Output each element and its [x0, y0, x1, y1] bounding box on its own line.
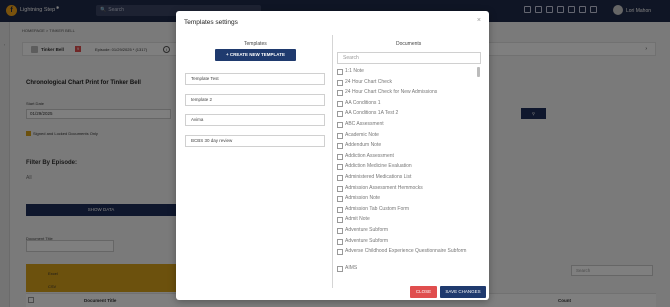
document-checkbox[interactable]	[337, 206, 343, 213]
document-item[interactable]: AA Conditions 1	[337, 100, 481, 111]
document-item[interactable]: ABC Assessment	[337, 121, 481, 132]
document-checkbox[interactable]	[337, 174, 343, 181]
document-checkbox[interactable]	[337, 90, 343, 97]
document-checkbox[interactable]	[337, 121, 343, 128]
document-label: Academic Note	[345, 131, 379, 138]
templates-list: Template Test template 2 Avima BCBS 30 d…	[185, 73, 325, 155]
document-label: AA Conditions 1	[345, 99, 381, 106]
template-item[interactable]: Template Test	[185, 73, 325, 85]
templates-settings-modal: Templates settings × Templates + CREATE …	[176, 11, 489, 300]
document-item[interactable]: Addiction Medicine Evaluation	[337, 163, 481, 174]
document-item[interactable]: Addiction Assessment	[337, 153, 481, 164]
documents-search-input[interactable]: Search	[337, 52, 481, 64]
document-label: Adventure Subform	[345, 226, 389, 233]
template-item[interactable]: Avima	[185, 114, 325, 126]
document-label: Addendum Note	[345, 142, 382, 149]
document-item[interactable]: AA Conditions 1A Test 2	[337, 110, 481, 121]
document-item[interactable]: 1:1 Note	[337, 68, 481, 79]
document-label: Administered Medications List	[345, 173, 412, 180]
document-checkbox[interactable]	[337, 266, 343, 273]
document-item[interactable]: 24 Hour Chart Check for New Admissions	[337, 89, 481, 100]
template-item[interactable]: BCBS 30 day review	[185, 134, 325, 147]
document-checkbox[interactable]	[337, 238, 343, 245]
document-checkbox[interactable]	[337, 185, 343, 192]
document-item[interactable]: Administered Medications List	[337, 174, 481, 185]
document-checkbox[interactable]	[337, 69, 343, 75]
document-checkbox[interactable]	[337, 79, 343, 86]
document-checkbox[interactable]	[337, 249, 343, 256]
document-label: AIMS	[345, 265, 358, 272]
document-checkbox[interactable]	[337, 153, 343, 160]
documents-list: 1:1 Note 24 Hour Chart Check 24 Hour Cha…	[337, 68, 481, 281]
modal-title: Templates settings	[184, 19, 238, 26]
document-label: Admit Note	[345, 216, 370, 223]
document-item[interactable]: Academic Note	[337, 132, 481, 143]
document-checkbox[interactable]	[337, 111, 343, 118]
document-checkbox[interactable]	[337, 100, 343, 107]
document-label: ABC Assessment	[345, 120, 384, 127]
documents-heading: Documents	[396, 41, 422, 47]
document-item[interactable]: 24 Hour Chart Check	[337, 79, 481, 90]
document-item[interactable]: Addendum Note	[337, 142, 481, 153]
document-checkbox[interactable]	[337, 217, 343, 224]
document-item[interactable]: Admission Note	[337, 195, 481, 206]
document-label: Admission Tab Custom Form	[345, 205, 410, 212]
document-label: 1:1 Note	[345, 68, 364, 74]
document-item[interactable]: AIMS	[337, 265, 481, 276]
document-label: 24 Hour Chart Check for New Admissions	[345, 89, 438, 96]
document-checkbox[interactable]	[337, 132, 343, 139]
document-item[interactable]: Adverse Childhood Experience Questionnai…	[337, 248, 481, 265]
document-label: Admission Note	[345, 195, 381, 202]
documents-scrollbar[interactable]	[477, 67, 480, 77]
column-divider	[332, 35, 333, 288]
document-item[interactable]: Admission Tab Custom Form	[337, 206, 481, 217]
document-label: Addiction Assessment	[345, 152, 394, 159]
document-checkbox[interactable]	[337, 164, 343, 171]
document-label: Adventure Subform	[345, 237, 389, 244]
document-label: 24 Hour Chart Check	[345, 78, 392, 85]
create-new-template-button[interactable]: + CREATE NEW TEMPLATE	[215, 49, 296, 61]
document-checkbox[interactable]	[337, 143, 343, 150]
document-label: Adverse Childhood Experience Questionnai…	[345, 247, 467, 254]
close-icon[interactable]: ×	[477, 17, 481, 24]
document-item[interactable]: Admission Assessment Hemmocks	[337, 185, 481, 196]
document-item[interactable]: Admit Note	[337, 216, 481, 227]
document-checkbox[interactable]	[337, 227, 343, 234]
document-label: AA Conditions 1A Test 2	[345, 110, 399, 117]
document-item[interactable]: Adventure Subform	[337, 227, 481, 238]
document-label: Admission Assessment Hemmocks	[345, 184, 423, 191]
document-checkbox[interactable]	[337, 196, 343, 203]
templates-heading: Templates	[244, 41, 267, 47]
close-button[interactable]: CLOSE	[410, 286, 437, 298]
save-changes-button[interactable]: SAVE CHANGES	[440, 286, 486, 298]
document-label: Addiction Medicine Evaluation	[345, 163, 412, 170]
template-item[interactable]: template 2	[185, 93, 325, 106]
